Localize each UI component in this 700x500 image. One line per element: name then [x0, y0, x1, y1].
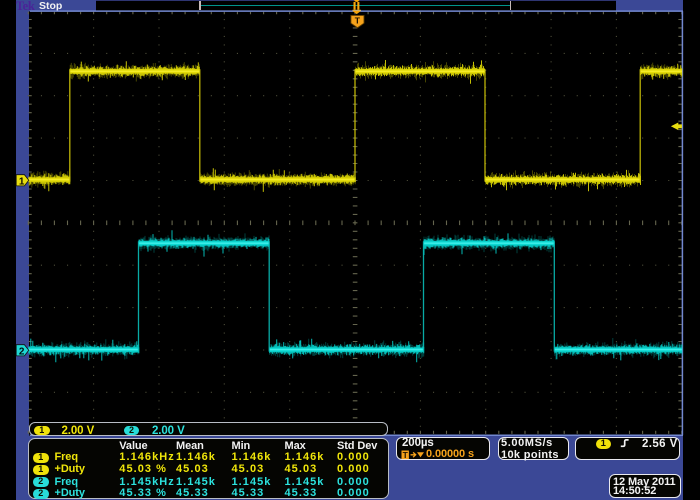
svg-text:2: 2 — [19, 346, 25, 357]
svg-text:T: T — [355, 15, 361, 25]
svg-text:T: T — [402, 450, 408, 460]
svg-text:1: 1 — [19, 176, 25, 187]
